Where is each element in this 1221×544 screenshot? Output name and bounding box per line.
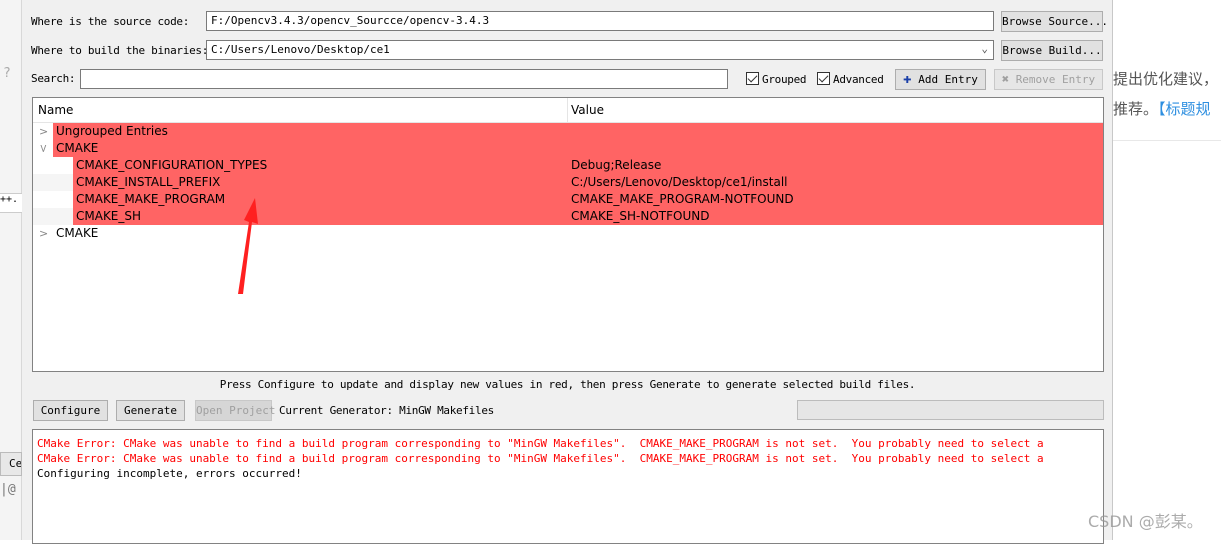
- current-generator: Current Generator: MinGW Makefiles: [279, 404, 494, 417]
- watermark: CSDN @彭某。: [1088, 512, 1203, 531]
- open-project-button[interactable]: Open Project: [195, 400, 275, 421]
- log-line: CMake Error: CMake was unable to find a …: [37, 452, 1044, 465]
- output-log[interactable]: CMake Error: CMake was unable to find a …: [32, 429, 1104, 544]
- configure-button[interactable]: Configure: [33, 400, 108, 421]
- log-line: CMake Error: CMake was unable to find a …: [37, 437, 1044, 450]
- generate-button[interactable]: Generate: [116, 400, 185, 421]
- red-arrow-icon: [238, 198, 258, 294]
- log-line: Configuring incomplete, errors occurred!: [37, 467, 302, 480]
- status-hint: Press Configure to update and display ne…: [219, 378, 916, 391]
- progress-bar: [797, 400, 1104, 420]
